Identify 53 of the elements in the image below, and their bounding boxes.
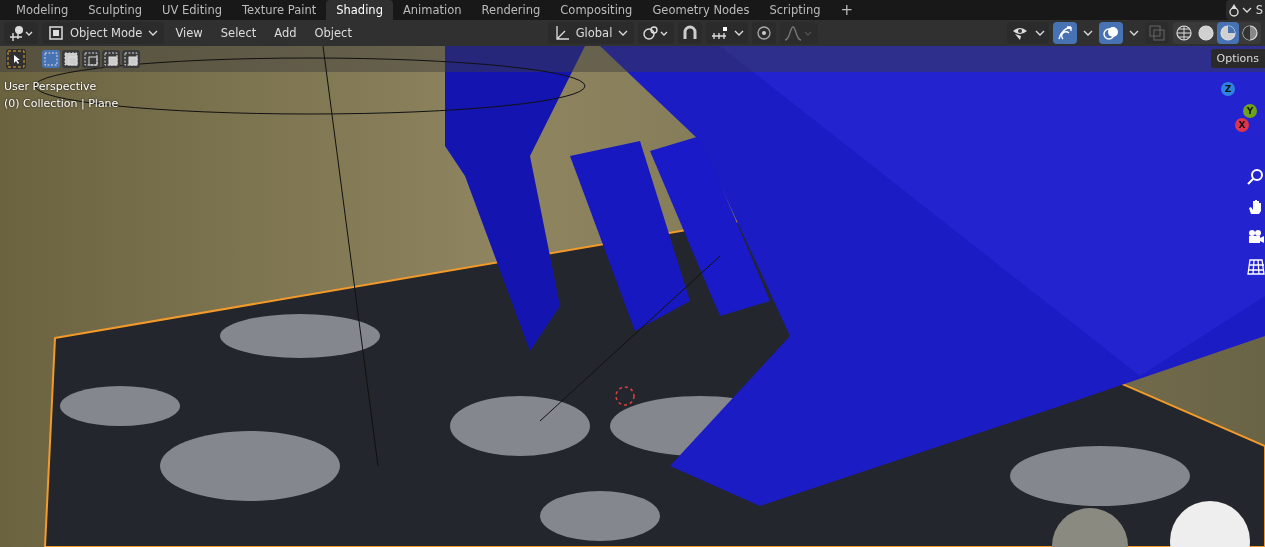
chevron-down-icon[interactable] [1035,29,1045,37]
chevron-down-icon[interactable] [1241,6,1252,14]
select-mode-button[interactable] [82,50,100,68]
shading-mode-button[interactable] [1195,22,1217,44]
workspace-tab[interactable]: Texture Paint [232,0,327,20]
add-workspace-button[interactable]: + [830,0,864,20]
zoom-icon[interactable] [1247,168,1265,186]
snap-target-icon[interactable] [710,25,729,41]
snap-toggle[interactable] [678,22,703,44]
workspace-tab[interactable]: Modeling [6,0,79,20]
workspace-tab[interactable]: Rendering [471,0,551,20]
select-mode-button[interactable] [62,50,80,68]
menu-item[interactable]: Select [213,26,264,40]
scene-icon[interactable] [1227,3,1240,17]
shading-mode-button[interactable] [1217,22,1239,44]
collection-info-label: (0) Collection | Plane [4,97,119,110]
overlays-toggle[interactable] [1099,22,1123,44]
chevron-down-icon[interactable] [1083,29,1093,37]
chevron-down-icon[interactable] [734,29,745,37]
shading-mode-button[interactable] [1239,22,1261,44]
chevron-down-icon[interactable] [1129,29,1139,37]
menu-item[interactable]: Add [267,26,304,40]
eye-icon[interactable] [1011,25,1029,41]
workspace-tab[interactable]: Shading [326,0,393,20]
mode-dropdown[interactable]: Object Mode [42,22,165,44]
overlapping-circles-icon [1103,25,1119,41]
editor-type-button[interactable] [4,22,38,44]
workspace-tab[interactable]: UV Editing [152,0,232,20]
menu-item[interactable]: View [168,26,210,40]
shading-mode-button[interactable] [1173,22,1195,44]
workspace-tab[interactable]: Scripting [759,0,831,20]
gizmo-toggle[interactable] [1053,22,1077,44]
workspace-tab[interactable]: Compositing [550,0,643,20]
options-button[interactable]: Options [1210,49,1265,68]
workspace-tab[interactable]: Geometry Nodes [642,0,760,20]
object-mode-icon [48,25,64,41]
pivot-point-button[interactable] [638,22,675,44]
grid-icon[interactable] [1247,258,1265,276]
workspace-tab[interactable]: Sculpting [78,0,152,20]
falloff-dropdown[interactable] [780,22,819,44]
camera-icon[interactable] [1247,228,1265,246]
xray-toggle[interactable] [1145,22,1169,44]
menu-item[interactable]: Object [307,26,359,40]
select-mode-button[interactable] [102,50,120,68]
chevron-down-icon [618,29,629,37]
axes-icon [553,25,570,41]
transform-orientation-dropdown[interactable]: Global [547,22,635,44]
select-tool-button[interactable] [6,49,26,69]
select-mode-button[interactable] [122,50,140,68]
view-name-label: User Perspective [4,80,98,93]
chevron-down-icon [148,29,159,37]
workspace-tab[interactable]: Animation [392,0,472,20]
proportional-editing-toggle[interactable] [752,22,777,44]
